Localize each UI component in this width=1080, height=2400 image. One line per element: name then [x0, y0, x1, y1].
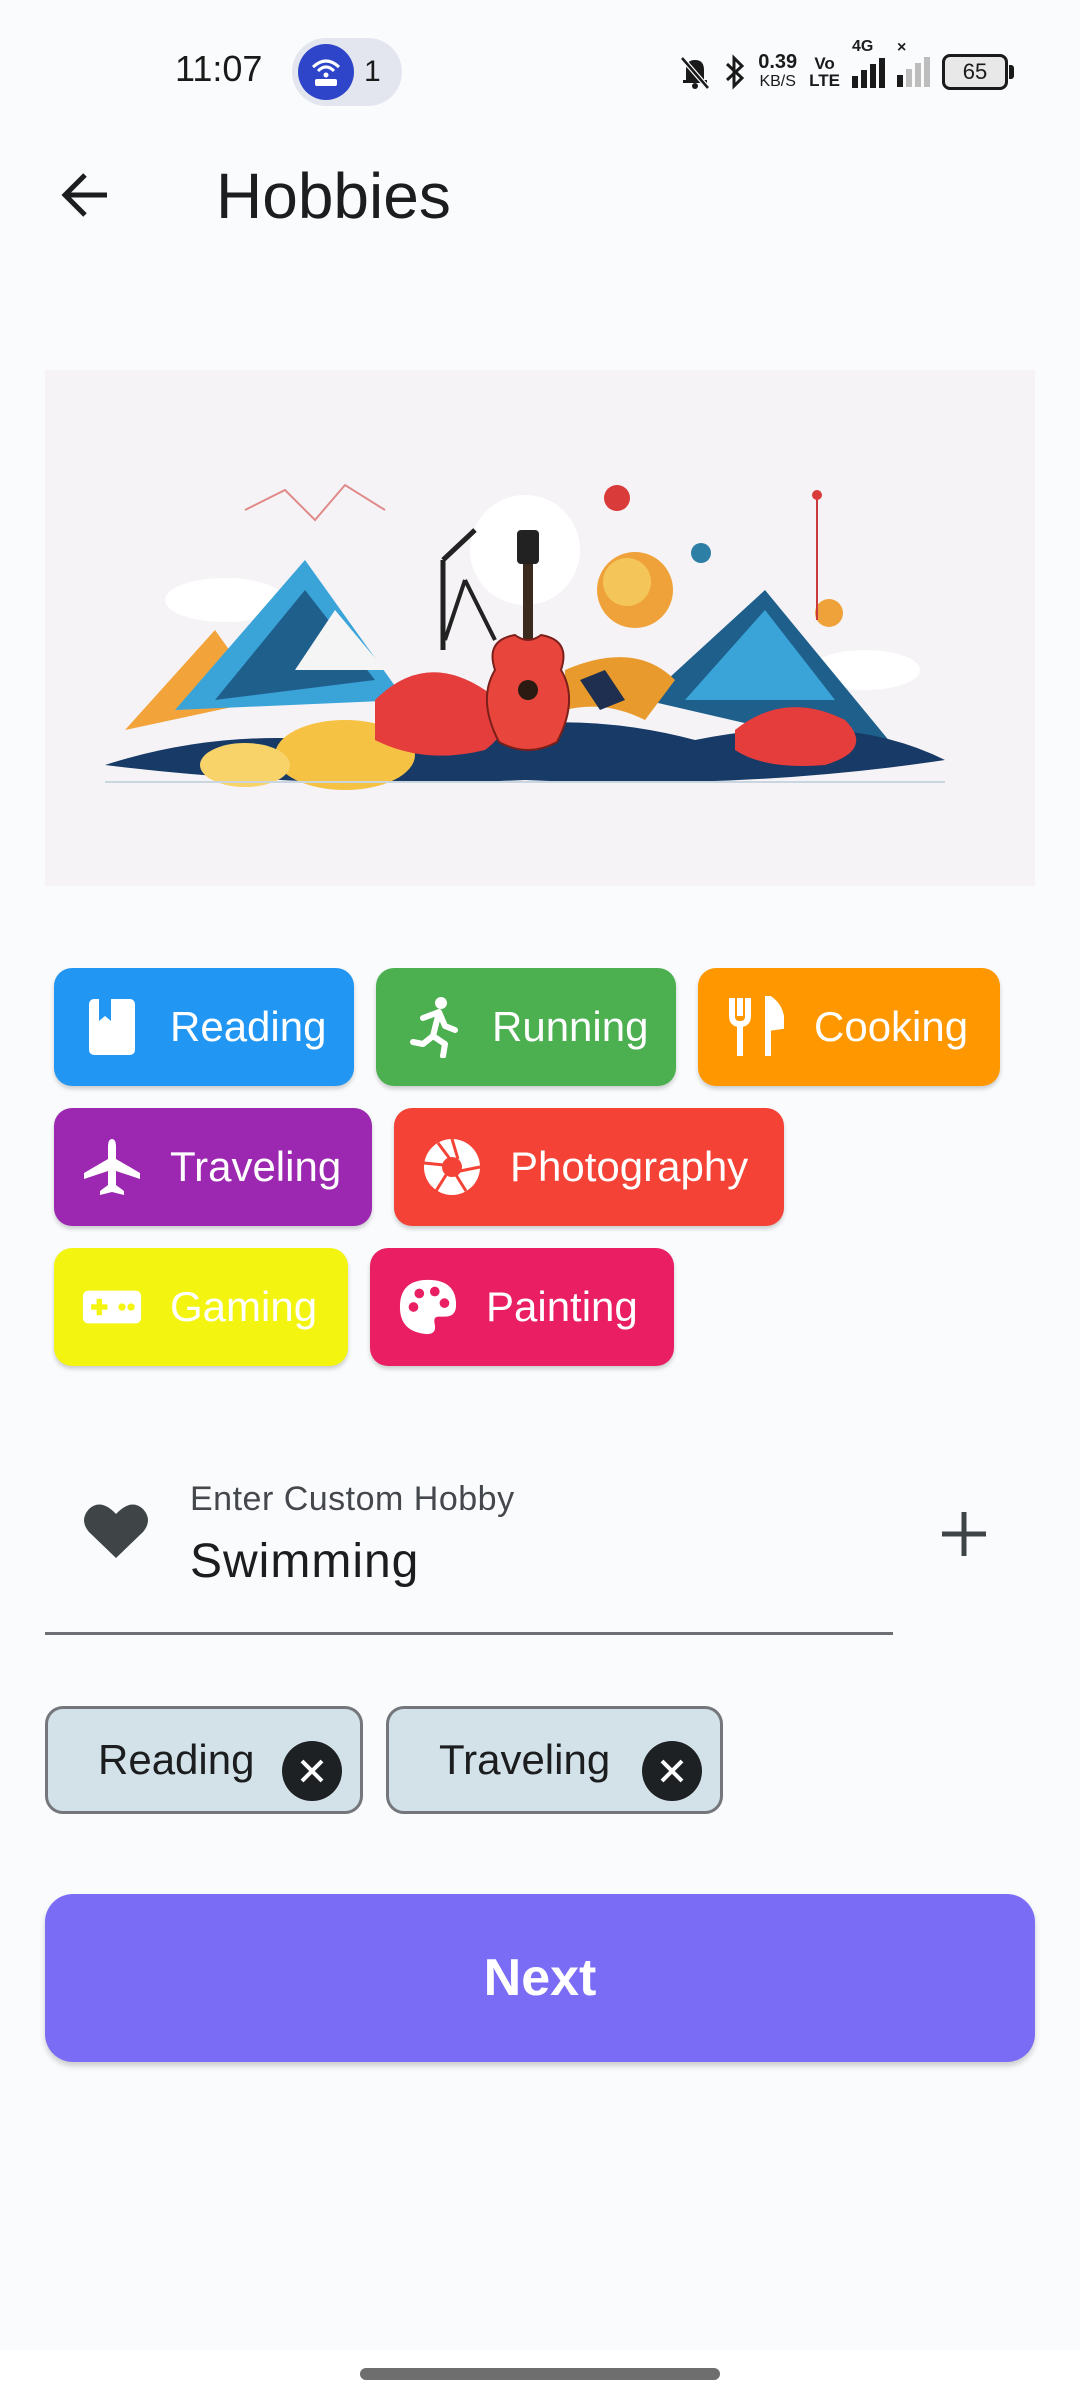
back-button[interactable]	[50, 160, 120, 230]
plus-icon	[942, 1512, 986, 1556]
palette-icon	[398, 1277, 458, 1337]
signal-no-service-icon: ×	[897, 39, 930, 87]
hotspot-indicator[interactable]: 1	[292, 38, 402, 106]
hobby-chip-label: Gaming	[170, 1283, 318, 1330]
hotspot-count: 1	[364, 55, 381, 88]
hobby-chip-photography[interactable]: Photography	[394, 1108, 784, 1226]
hobbies-illustration	[45, 370, 1035, 886]
restaurant-icon	[726, 996, 786, 1057]
custom-hobby-field[interactable]: Enter Custom Hobby Swimming	[45, 1470, 893, 1635]
selected-chip-label: Reading	[98, 1736, 255, 1783]
volte-indicator: Vo LTE	[809, 54, 840, 90]
net-speed: 0.39 KB/S	[758, 51, 798, 90]
close-icon[interactable]	[282, 1741, 342, 1801]
selected-chip-reading[interactable]: Reading	[45, 1706, 363, 1814]
home-indicator[interactable]	[360, 2368, 720, 2380]
status-bar: 11:07 1 0.39 KB/S Vo LTE 4G × 65	[0, 0, 1080, 140]
running-icon	[404, 997, 464, 1058]
camera-aperture-icon	[422, 1137, 482, 1197]
hobby-chip-label: Photography	[510, 1143, 749, 1190]
hobby-chip-reading[interactable]: Reading	[54, 968, 354, 1086]
selected-chip-label: Traveling	[439, 1736, 611, 1783]
add-hobby-button[interactable]	[928, 1498, 1000, 1570]
status-icons: 0.39 KB/S Vo LTE 4G × 65	[678, 38, 1014, 100]
hobby-chip-label: Reading	[170, 1003, 327, 1050]
hobby-chip-label: Cooking	[814, 1003, 969, 1050]
hobby-chip-running[interactable]: Running	[376, 968, 676, 1086]
signal-strength-icon: 4G	[852, 38, 885, 88]
hobby-chip-traveling[interactable]: Traveling	[54, 1108, 372, 1226]
bluetooth-icon	[726, 54, 745, 90]
hobby-chip-label: Painting	[486, 1283, 638, 1330]
hobby-chip-painting[interactable]: Painting	[370, 1248, 674, 1366]
page-title: Hobbies	[216, 160, 451, 232]
gamepad-icon	[82, 1277, 142, 1337]
hobby-chip-cooking[interactable]: Cooking	[698, 968, 1000, 1086]
custom-hobby-input[interactable]: Swimming	[190, 1534, 419, 1589]
status-time: 11:07	[175, 48, 263, 89]
hobby-chip-label: Running	[492, 1003, 649, 1050]
airplane-icon	[82, 1137, 142, 1197]
mute-icon	[680, 56, 711, 90]
battery-icon: 65	[942, 54, 1014, 90]
book-icon	[82, 997, 142, 1057]
arrow-back-icon	[61, 173, 107, 217]
heart-icon	[84, 1504, 148, 1558]
selected-chip-traveling[interactable]: Traveling	[386, 1706, 723, 1814]
close-icon[interactable]	[642, 1741, 702, 1801]
custom-hobby-label: Enter Custom Hobby	[190, 1480, 515, 1518]
hobby-chip-gaming[interactable]: Gaming	[54, 1248, 348, 1366]
hobby-chip-label: Traveling	[170, 1143, 342, 1190]
next-button[interactable]: Next	[45, 1894, 1035, 2062]
hotspot-icon	[298, 44, 354, 100]
